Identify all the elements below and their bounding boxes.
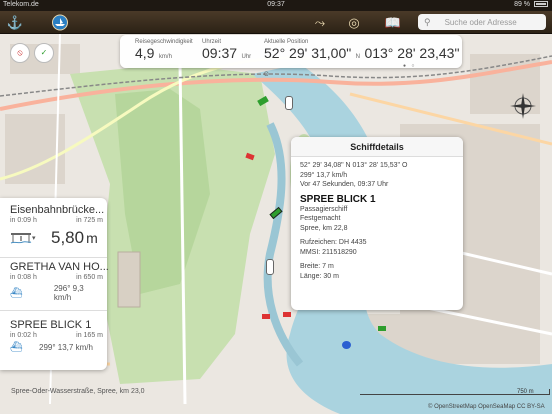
list-item-course: 296° 9,3 km/h: [53, 284, 84, 302]
position-lon-dir: O: [264, 72, 269, 78]
battery-indicator: 89 %: [514, 1, 548, 8]
bridge-clearance-value: 5,80: [51, 228, 85, 247]
divider: [0, 310, 107, 311]
list-item-ago: in 0:09 h: [10, 217, 37, 224]
ship-type: Passagierschiff: [300, 205, 348, 213]
list-item-ship[interactable]: SPREE BLICK 1 in 0:02 h in 165 m ⛴ 299° …: [10, 319, 103, 353]
upcoming-list-panel: Eisenbahnbrücke... in 0:09 h in 725 m ▾ …: [0, 198, 109, 370]
ship-details-popup[interactable]: Schiffdetails 52° 29' 34,08" N 013° 28' …: [291, 137, 463, 310]
ship-status: Festgemacht: [300, 215, 341, 222]
ship-marker[interactable]: [285, 96, 293, 110]
battery-percent: 89 %: [514, 1, 531, 8]
divider: [0, 257, 107, 258]
ship-icon: ⛴: [10, 287, 23, 299]
battery-icon: [534, 1, 548, 8]
bridge-clearance-unit: m: [86, 230, 98, 246]
ship-coordinates: 52° 29' 34,08" N 013° 28' 15,53" O: [300, 162, 408, 169]
status-bar: Telekom.de 09:37 89 %: [0, 0, 552, 11]
list-item-course: 299° 13,7 km/h: [39, 343, 93, 352]
time-unit: Uhr: [241, 54, 252, 60]
list-item-bridge[interactable]: Eisenbahnbrücke... in 0:09 h in 725 m ▾ …: [10, 204, 105, 248]
position-lat-dir: N: [355, 54, 360, 60]
ship-marker[interactable]: [266, 259, 274, 275]
page-indicator[interactable]: ● ○: [403, 63, 416, 69]
speed-unit: km/h: [158, 54, 172, 60]
speed-value: 4,9: [135, 45, 155, 61]
ship-icon: ⛴: [10, 342, 23, 353]
time-value: 09:37: [202, 45, 238, 61]
route-icon[interactable]: ⤳: [311, 14, 329, 31]
map-attribution[interactable]: © OpenStreetMap OpenSeaMap CC BY-SA: [428, 404, 545, 410]
boat-logo-icon[interactable]: [50, 14, 70, 31]
anchor-menu-icon[interactable]: ⚓: [6, 14, 24, 31]
ship-width: Breite: 7 m: [300, 263, 334, 270]
position-readout: Aktuelle Position 52° 29' 31,00" N 013° …: [264, 39, 462, 81]
search-icon: ⚲: [424, 16, 431, 27]
list-item-ship[interactable]: GRETHA VAN HO... in 0:08 h in 650 m ⛴ 29…: [10, 261, 109, 302]
time-readout: Uhrzeit 09:37 Uhr: [202, 39, 251, 63]
position-lon: 013° 28' 23,43": [364, 45, 460, 61]
status-time: 09:37: [267, 1, 285, 8]
ship-mmsi: MMSI: 211518290: [300, 248, 357, 256]
popup-title: Schiffdetails: [291, 137, 463, 157]
lifebuoy-icon[interactable]: ◎: [345, 14, 363, 31]
list-item-distance: in 725 m: [76, 217, 103, 224]
waterway-label: Spree-Oder-Wasserstraße, Spree, km 23,0: [11, 388, 145, 395]
position-lat: 52° 29' 31,00": [264, 45, 352, 61]
list-item-distance: in 165 m: [76, 332, 103, 339]
list-item-title: SPREE BLICK 1: [10, 319, 92, 331]
list-item-distance: in 650 m: [76, 274, 103, 281]
layer-toggle-button[interactable]: ⦸: [10, 43, 30, 63]
navigation-info-panel: Reisegeschwindigkeit 4,9 km/h Uhrzeit 09…: [120, 35, 462, 78]
book-icon[interactable]: 📖: [384, 14, 402, 31]
ship-last-seen: Vor 47 Sekunden, 09:37 Uhr: [300, 181, 389, 188]
speed-readout: Reisegeschwindigkeit 4,9 km/h: [135, 39, 193, 63]
check-toggle-button[interactable]: ✓: [34, 43, 54, 63]
dropdown-icon: ▾: [32, 235, 36, 242]
search-placeholder: Suche oder Adresse: [444, 17, 517, 27]
list-item-title: GRETHA VAN HO...: [10, 261, 109, 273]
ship-callsign: Rufzeichen: DH 4435: [300, 239, 367, 246]
list-item-ago: in 0:02 h: [10, 332, 37, 339]
ship-length: Länge: 30 m: [300, 272, 339, 280]
compass-icon[interactable]: [508, 91, 538, 121]
ship-marker[interactable]: [342, 341, 351, 349]
search-input[interactable]: ⚲ Suche oder Adresse: [418, 14, 546, 30]
ship-marker[interactable]: [262, 314, 270, 319]
ship-marker[interactable]: [283, 312, 291, 317]
scale-label: 750 m: [517, 389, 534, 395]
ship-course: 299° 13,7 km/h: [300, 171, 348, 179]
toolbar: ⚓ ⤳ ◎ 📖 ⚲ Suche oder Adresse: [0, 11, 552, 34]
bridge-height-icon: [10, 233, 32, 244]
list-item-ago: in 0:08 h: [10, 274, 37, 281]
ship-marker[interactable]: [378, 326, 386, 331]
ship-name: SPREE BLICK 1: [300, 193, 376, 205]
ship-location: Spree, km 22,8: [300, 224, 348, 232]
list-item-title: Eisenbahnbrücke...: [10, 204, 105, 216]
